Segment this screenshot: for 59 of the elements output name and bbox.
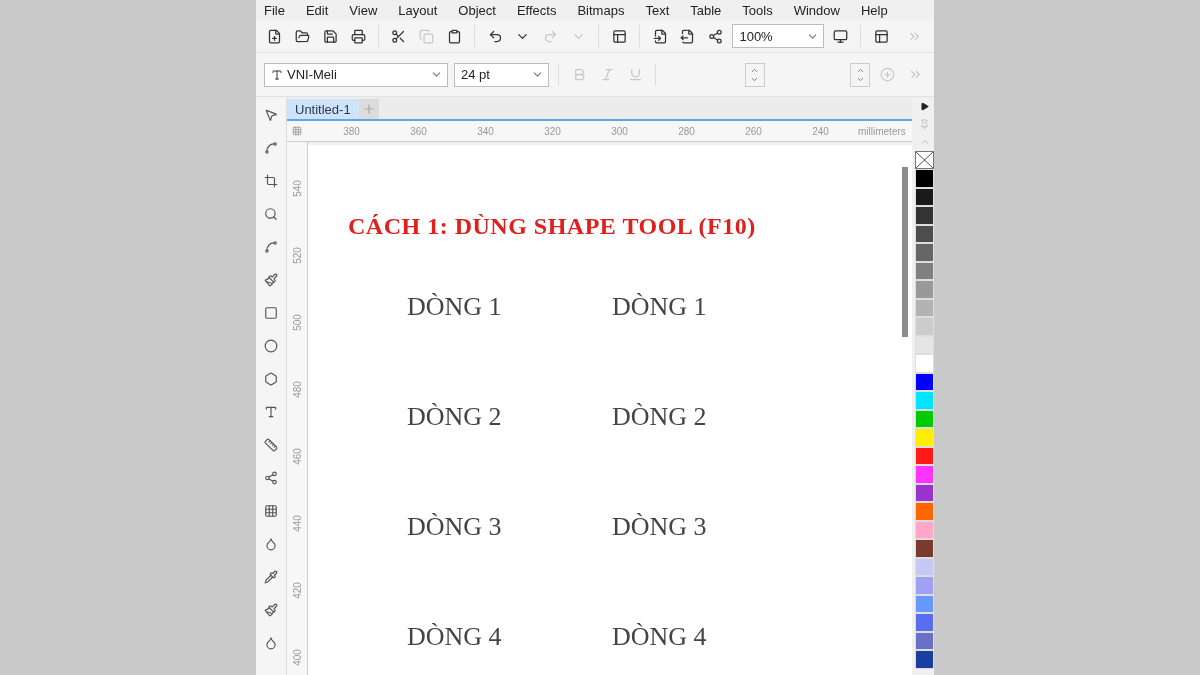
color-swatch[interactable] [915,539,934,558]
menu-item[interactable]: Text [645,2,682,18]
ruler-label: 400 [291,649,303,666]
menu-item[interactable]: Bitmaps [577,2,637,18]
color-swatch[interactable] [915,243,934,262]
ruler-label: 440 [291,515,303,532]
menu-item[interactable]: Edit [305,2,341,18]
color-swatch[interactable] [915,650,934,669]
font-field[interactable]: VNI-Meli [264,62,448,87]
color-swatch[interactable] [915,354,934,373]
ruler-label: 240 [811,125,830,137]
text-line: DÒNG 3 [612,512,708,542]
ruler-label: 260 [744,125,763,137]
font-icon [271,68,283,81]
zoom-field[interactable]: 100% [732,24,824,48]
ruler-label: 340 [476,125,495,137]
heading-text: CÁCH 1: DÙNG SHAPE TOOL (F10) [348,213,757,240]
ruler-unit: millimeters [858,125,906,137]
ruler-label: 300 [610,125,629,137]
menu-item[interactable]: Help [860,2,900,18]
text-line: DÒNG 3 [407,512,503,542]
ruler-label: 360 [409,125,428,137]
menu-item[interactable]: Table [690,2,734,18]
color-swatch[interactable] [915,502,934,521]
no-color-swatch[interactable] [915,151,934,169]
ruler-label: 320 [543,125,562,137]
text-line: DÒNG 1 [407,292,503,322]
menu-item[interactable]: Object [458,2,508,18]
color-swatch[interactable] [915,280,934,299]
text-line: DÒNG 4 [612,622,708,652]
menu-item[interactable]: File [264,2,297,18]
color-swatch[interactable] [915,576,934,595]
text-line: DÒNG 4 [407,622,503,652]
color-swatch[interactable] [915,613,934,632]
text-line: DÒNG 2 [612,402,708,432]
font-size-field[interactable]: 24 pt [454,62,549,87]
ruler-label: 420 [291,582,303,599]
color-swatch[interactable] [915,317,934,336]
ruler-label: 480 [291,381,303,398]
color-swatch[interactable] [915,206,934,225]
color-swatch[interactable] [915,391,934,410]
menu-item[interactable]: Window [793,2,852,18]
ruler-label: 520 [291,247,303,264]
ruler-label: 380 [342,125,361,137]
ruler-label: 460 [291,448,303,465]
color-swatch[interactable] [915,169,934,188]
ruler-label: 500 [291,314,303,331]
menu-item[interactable]: Effects [516,2,569,18]
menu-item[interactable]: Tools [742,2,785,18]
ruler-label: 280 [677,125,696,137]
document-tab[interactable]: Untitled-1 [287,99,359,119]
menu-item[interactable]: View [349,2,390,18]
color-swatch[interactable] [915,465,934,484]
scrollbar-thumb[interactable] [902,167,908,337]
text-line: DÒNG 1 [612,292,708,322]
menu-item[interactable]: Layout [398,2,450,18]
ruler-label: 540 [291,180,303,197]
color-swatch[interactable] [915,428,934,447]
text-line: DÒNG 2 [407,402,503,432]
